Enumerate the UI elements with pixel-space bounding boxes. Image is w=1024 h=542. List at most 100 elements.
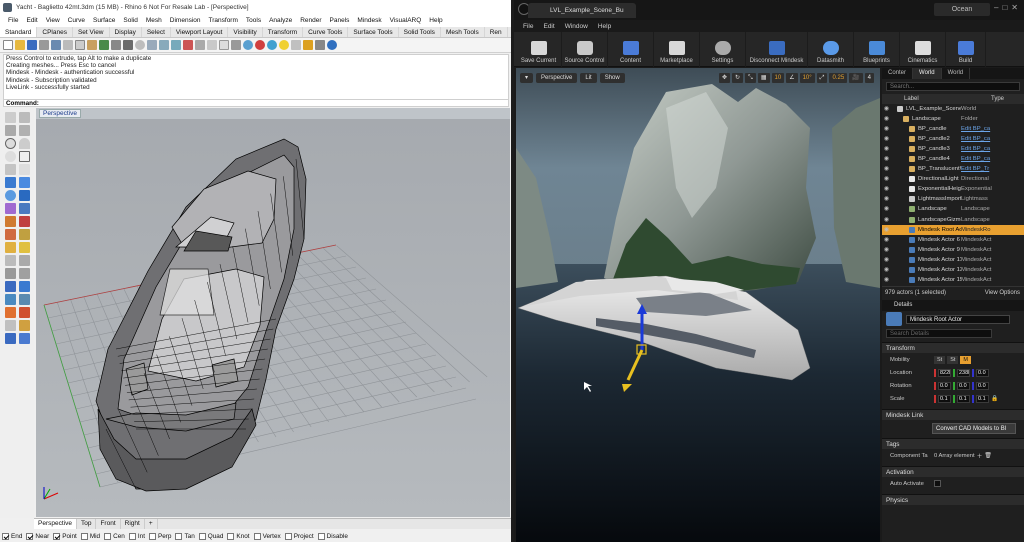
rhino-menu-help[interactable]: Help: [425, 15, 446, 27]
cinematics-button[interactable]: Cinematics: [900, 32, 946, 67]
tab-standard[interactable]: Standard: [0, 27, 38, 37]
select-arrow-icon[interactable]: [5, 112, 16, 123]
shade-icon[interactable]: [243, 40, 253, 50]
osnap-quad[interactable]: Quad: [198, 532, 223, 540]
osnap-mid[interactable]: Mid: [80, 532, 100, 540]
visibility-eye-icon[interactable]: ◉: [882, 194, 891, 204]
outliner-row[interactable]: ◉ ExponentialHeightFExponential: [882, 184, 1024, 194]
rhino-menu-visualarq[interactable]: VisualARQ: [386, 15, 426, 27]
osnap-checkbox[interactable]: [253, 532, 261, 540]
rotate-icon[interactable]: [19, 255, 30, 266]
rectangle-icon[interactable]: [19, 151, 30, 162]
camera-speed-value[interactable]: 4: [864, 73, 874, 83]
perspective-button[interactable]: Perspective: [536, 73, 578, 83]
mobility-movable[interactable]: M: [960, 355, 971, 364]
visibility-eye-icon[interactable]: ◉: [882, 134, 891, 144]
level-tab[interactable]: LVL_Example_Scene_Bu: [528, 3, 636, 18]
help-icon[interactable]: [327, 40, 337, 50]
polygon-icon[interactable]: [5, 164, 16, 175]
ue-menu-window[interactable]: Window: [560, 21, 593, 32]
tab-perspective[interactable]: Perspective: [34, 519, 77, 529]
lit-button[interactable]: Lit: [580, 73, 597, 83]
build-button[interactable]: Build: [946, 32, 986, 67]
actor-type[interactable]: Edit BP_ca: [961, 144, 1001, 154]
history-icon[interactable]: [5, 333, 16, 344]
ue-level-viewport[interactable]: ▾ Perspective Lit Show ✥ ↻ ⤡ ▦ 10 ∠ 10° …: [516, 68, 880, 542]
outliner-row[interactable]: ◉ BP_candle3 Edit BP_ca: [882, 144, 1024, 154]
material-icon[interactable]: [267, 40, 277, 50]
marketplace-button[interactable]: Marketplace: [654, 32, 700, 67]
move-icon[interactable]: [5, 255, 16, 266]
zoom-window-icon[interactable]: [147, 40, 157, 50]
convert-cad-button[interactable]: Convert CAD Models to Bl: [932, 423, 1016, 434]
arc-icon[interactable]: [19, 138, 30, 149]
rhino-menu-edit[interactable]: Edit: [22, 15, 41, 27]
boolean-icon[interactable]: [19, 281, 30, 292]
osnap-int[interactable]: Int: [128, 532, 145, 540]
tab-solid-tools[interactable]: Solid Tools: [399, 27, 441, 37]
actor-name-field[interactable]: Mindesk Root Actor: [906, 314, 1010, 324]
transform-section[interactable]: Transform: [882, 342, 1024, 353]
window-controls-icon[interactable]: –□✕: [994, 3, 1022, 12]
outliner-row[interactable]: ◉ BP_candle4 Edit BP_ca: [882, 154, 1024, 164]
rotate-view-icon[interactable]: [123, 40, 133, 50]
visibility-eye-icon[interactable]: ◉: [882, 174, 891, 184]
osnap-icon[interactable]: [5, 307, 16, 318]
osnap-tan[interactable]: Tan: [175, 532, 195, 540]
tab-transform[interactable]: Transform: [263, 27, 304, 37]
tab-content[interactable]: Conter: [882, 68, 914, 79]
osnap-checkbox[interactable]: [175, 532, 183, 540]
light-icon[interactable]: [279, 40, 289, 50]
paste-icon[interactable]: [87, 40, 97, 50]
rotation-z[interactable]: 0.0: [976, 381, 989, 390]
zoom-selected-icon[interactable]: [171, 40, 181, 50]
ellipse-icon[interactable]: [5, 151, 16, 162]
osnap-point[interactable]: Point: [53, 532, 77, 540]
lock-icon[interactable]: 🔒: [991, 396, 998, 402]
actor-type[interactable]: Edit BP_ca: [961, 124, 1001, 134]
details-search-input[interactable]: Search Details: [886, 329, 992, 338]
rhino-menu-file[interactable]: File: [4, 15, 22, 27]
mindesk-link-section[interactable]: Mindesk Link: [882, 409, 1024, 420]
tab-surface-tools[interactable]: Surface Tools: [348, 27, 399, 37]
four-views-icon[interactable]: [195, 40, 205, 50]
visibility-eye-icon[interactable]: ◉: [882, 215, 891, 225]
visibility-eye-icon[interactable]: ◉: [882, 204, 891, 214]
clipping-icon[interactable]: [19, 333, 30, 344]
osnap-disable[interactable]: Disable: [317, 532, 348, 540]
visibility-eye-icon[interactable]: ◉: [882, 245, 891, 255]
tab-top[interactable]: Top: [77, 519, 97, 529]
visibility-eye-icon[interactable]: ◉: [882, 225, 891, 235]
source-control-button[interactable]: Source Control: [562, 32, 608, 67]
options-icon[interactable]: [315, 40, 325, 50]
osnap-knot[interactable]: Knot: [227, 532, 250, 540]
ue-menu-file[interactable]: File: [518, 21, 538, 32]
rhino-menu-tools[interactable]: Tools: [242, 15, 265, 27]
rhino-menu-curve[interactable]: Curve: [64, 15, 89, 27]
mobility-static[interactable]: St: [934, 355, 946, 364]
outliner-row[interactable]: ◉ Mindesk Actor 6 MindeskAct: [882, 235, 1024, 245]
polyline-icon[interactable]: [5, 125, 16, 136]
osnap-vertex[interactable]: Vertex: [253, 532, 281, 540]
osnap-checkbox[interactable]: [104, 532, 112, 540]
physics-section[interactable]: Physics: [882, 494, 1024, 505]
ue-menu-help[interactable]: Help: [593, 21, 616, 32]
outliner-row[interactable]: ◉ DirectionalLight Directional: [882, 174, 1024, 184]
osnap-checkbox[interactable]: [198, 532, 206, 540]
cylinder-icon[interactable]: [19, 190, 30, 201]
zoom-icon[interactable]: [135, 40, 145, 50]
outliner-row[interactable]: ◉ BP_candle Edit BP_ca: [882, 124, 1024, 134]
grid-snap-icon[interactable]: [231, 40, 241, 50]
rotation-snap-icon[interactable]: ∠: [786, 73, 798, 83]
osnap-checkbox[interactable]: [128, 532, 136, 540]
rhino-menu-dimension[interactable]: Dimension: [166, 15, 205, 27]
tab-mesh-tools[interactable]: Mesh Tools: [441, 27, 485, 37]
rotation-snap-value[interactable]: 10°: [799, 73, 815, 83]
osnap-near[interactable]: Near: [26, 532, 49, 540]
rotation-label[interactable]: Rotation: [890, 383, 932, 389]
lock-icon[interactable]: [19, 320, 30, 331]
tab-cplanes[interactable]: CPlanes: [37, 27, 73, 37]
hide-icon[interactable]: [5, 320, 16, 331]
location-x[interactable]: 822k: [938, 368, 951, 377]
osnap-project[interactable]: Project: [284, 532, 314, 540]
